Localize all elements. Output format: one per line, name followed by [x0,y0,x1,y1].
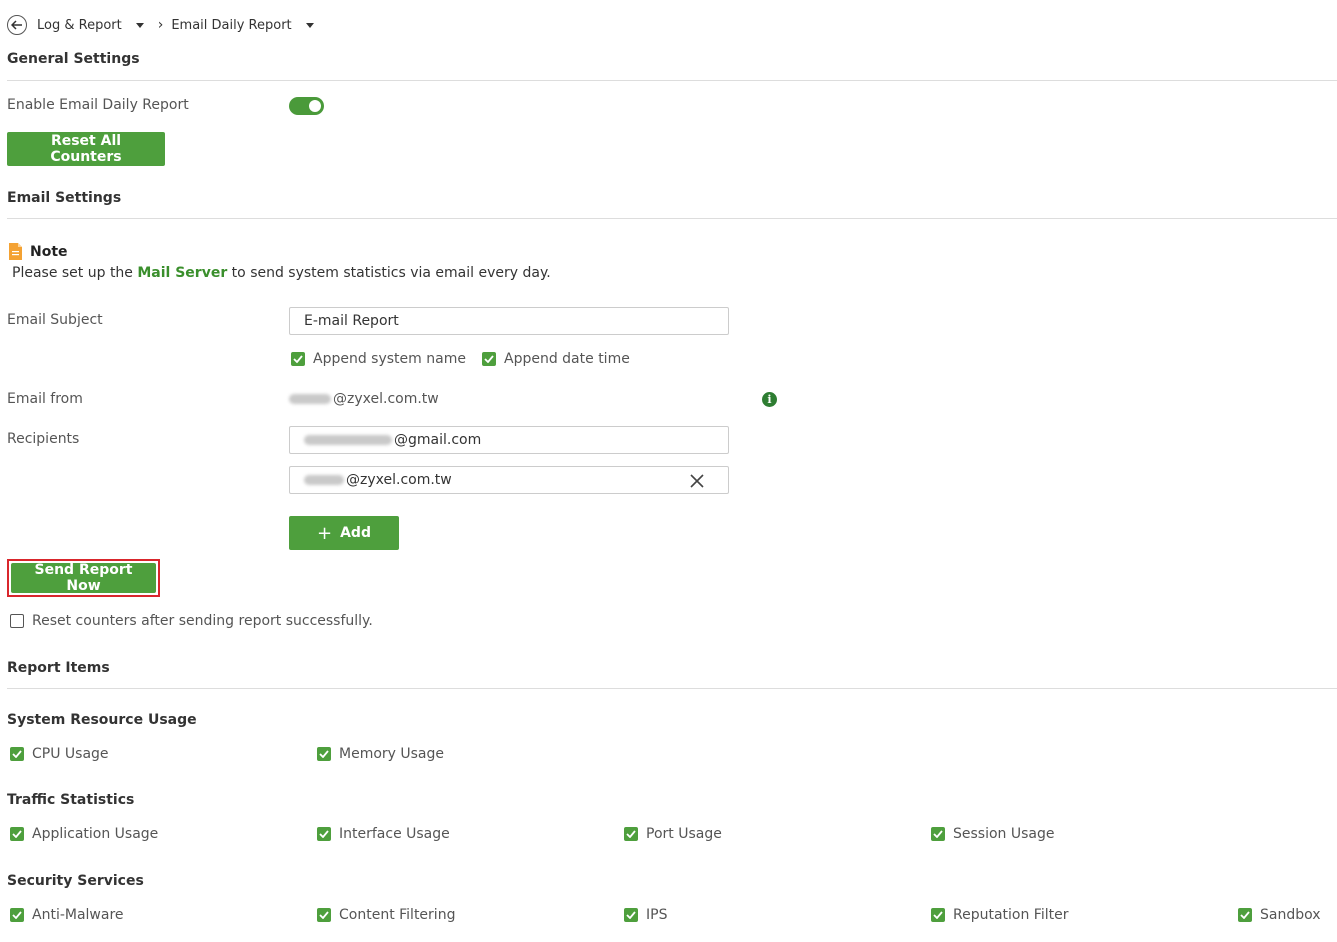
checkbox-checked-icon[interactable] [10,827,24,841]
recipient-2-text: @zyxel.com.tw [346,472,452,488]
email-subject-input[interactable]: E-mail Report [289,307,729,335]
cpu-usage-label: CPU Usage [32,746,109,762]
sandbox-label: Sandbox [1260,907,1321,923]
memory-usage-checkbox[interactable]: Memory Usage [317,746,444,762]
chevron-down-icon[interactable] [305,22,314,28]
session-usage-checkbox[interactable]: Session Usage [931,826,1055,842]
note-title: Note [30,243,68,260]
reset-after-sending-label: Reset counters after sending report succ… [32,613,373,629]
append-date-time-label: Append date time [504,351,630,367]
append-date-time-checkbox[interactable]: Append date time [482,351,630,367]
checkbox-unchecked-icon[interactable] [10,614,24,628]
enable-email-report-toggle[interactable] [289,97,324,115]
application-usage-label: Application Usage [32,826,159,842]
anti-malware-checkbox[interactable]: Anti-Malware [10,907,124,923]
interface-usage-checkbox[interactable]: Interface Usage [317,826,450,842]
port-usage-label: Port Usage [646,826,722,842]
note-header: Note [9,243,68,260]
note-prefix: Please set up the [12,265,138,281]
add-button-label: Add [340,525,371,541]
mail-server-link[interactable]: Mail Server [137,265,227,281]
checkbox-checked-icon[interactable] [317,747,331,761]
close-icon[interactable] [690,474,704,488]
divider [7,688,1337,689]
email-from-domain: @zyxel.com.tw [333,391,439,407]
enable-email-report-label: Enable Email Daily Report [7,97,189,113]
checkbox-checked-icon[interactable] [10,908,24,922]
reset-after-sending-checkbox[interactable]: Reset counters after sending report succ… [10,613,373,629]
checkbox-checked-icon[interactable] [482,352,496,366]
chevron-down-icon[interactable] [135,22,144,28]
ips-label: IPS [646,907,668,923]
toggle-knob [309,100,321,112]
checkbox-checked-icon[interactable] [931,908,945,922]
email-from-value: @zyxel.com.tw [289,391,439,407]
note-suffix: to send system statistics via email ever… [227,265,551,281]
reputation-filter-label: Reputation Filter [953,907,1069,923]
report-items-title: Report Items [7,660,110,676]
checkbox-checked-icon[interactable] [624,827,638,841]
chevron-right-icon: › [157,17,164,33]
system-resource-usage-title: System Resource Usage [7,712,197,728]
anti-malware-label: Anti-Malware [32,907,124,923]
redacted-text [289,394,331,404]
recipients-label: Recipients [7,431,80,447]
send-report-now-button[interactable]: Send Report Now [11,562,156,594]
checkbox-checked-icon[interactable] [931,827,945,841]
append-system-name-label: Append system name [313,351,466,367]
checkbox-checked-icon[interactable] [1238,908,1252,922]
security-services-title: Security Services [7,873,144,889]
plus-icon: + [317,522,333,544]
redacted-text [304,475,344,485]
interface-usage-label: Interface Usage [339,826,450,842]
traffic-statistics-title: Traffic Statistics [7,792,135,808]
checkbox-checked-icon[interactable] [10,747,24,761]
application-usage-checkbox[interactable]: Application Usage [10,826,158,842]
add-recipient-button[interactable]: + Add [289,516,399,550]
divider [7,80,1337,81]
note-icon [9,243,22,260]
email-settings-title: Email Settings [7,190,122,206]
content-filtering-checkbox[interactable]: Content Filtering [317,907,455,923]
back-arrow-icon[interactable] [7,15,27,35]
divider [7,218,1337,219]
checkbox-checked-icon[interactable] [624,908,638,922]
recipient-input-2[interactable]: @zyxel.com.tw [289,466,729,494]
reset-all-counters-button[interactable]: Reset All Counters [7,132,165,166]
port-usage-checkbox[interactable]: Port Usage [624,826,722,842]
ips-checkbox[interactable]: IPS [624,907,667,923]
recipient-1-text: @gmail.com [394,432,482,448]
info-icon[interactable]: i [762,392,777,407]
checkbox-checked-icon[interactable] [317,827,331,841]
breadcrumb: Log & Report › Email Daily Report [7,14,328,36]
breadcrumb-email-daily-report[interactable]: Email Daily Report [171,18,291,33]
send-report-highlight: Send Report Now [7,559,160,597]
cpu-usage-checkbox[interactable]: CPU Usage [10,746,109,762]
reputation-filter-checkbox[interactable]: Reputation Filter [931,907,1068,923]
append-system-name-checkbox[interactable]: Append system name [291,351,466,367]
redacted-text [304,435,392,445]
general-settings-title: General Settings [7,51,140,67]
email-subject-label: Email Subject [7,312,103,328]
breadcrumb-log-report[interactable]: Log & Report [37,18,122,33]
recipient-input-1[interactable]: @gmail.com [289,426,729,454]
checkbox-checked-icon[interactable] [317,908,331,922]
sandbox-checkbox[interactable]: Sandbox [1238,907,1321,923]
checkbox-checked-icon[interactable] [291,352,305,366]
email-from-label: Email from [7,391,83,407]
content-filtering-label: Content Filtering [339,907,456,923]
note-text: Please set up the Mail Server to send sy… [12,265,551,281]
session-usage-label: Session Usage [953,826,1055,842]
memory-usage-label: Memory Usage [339,746,445,762]
